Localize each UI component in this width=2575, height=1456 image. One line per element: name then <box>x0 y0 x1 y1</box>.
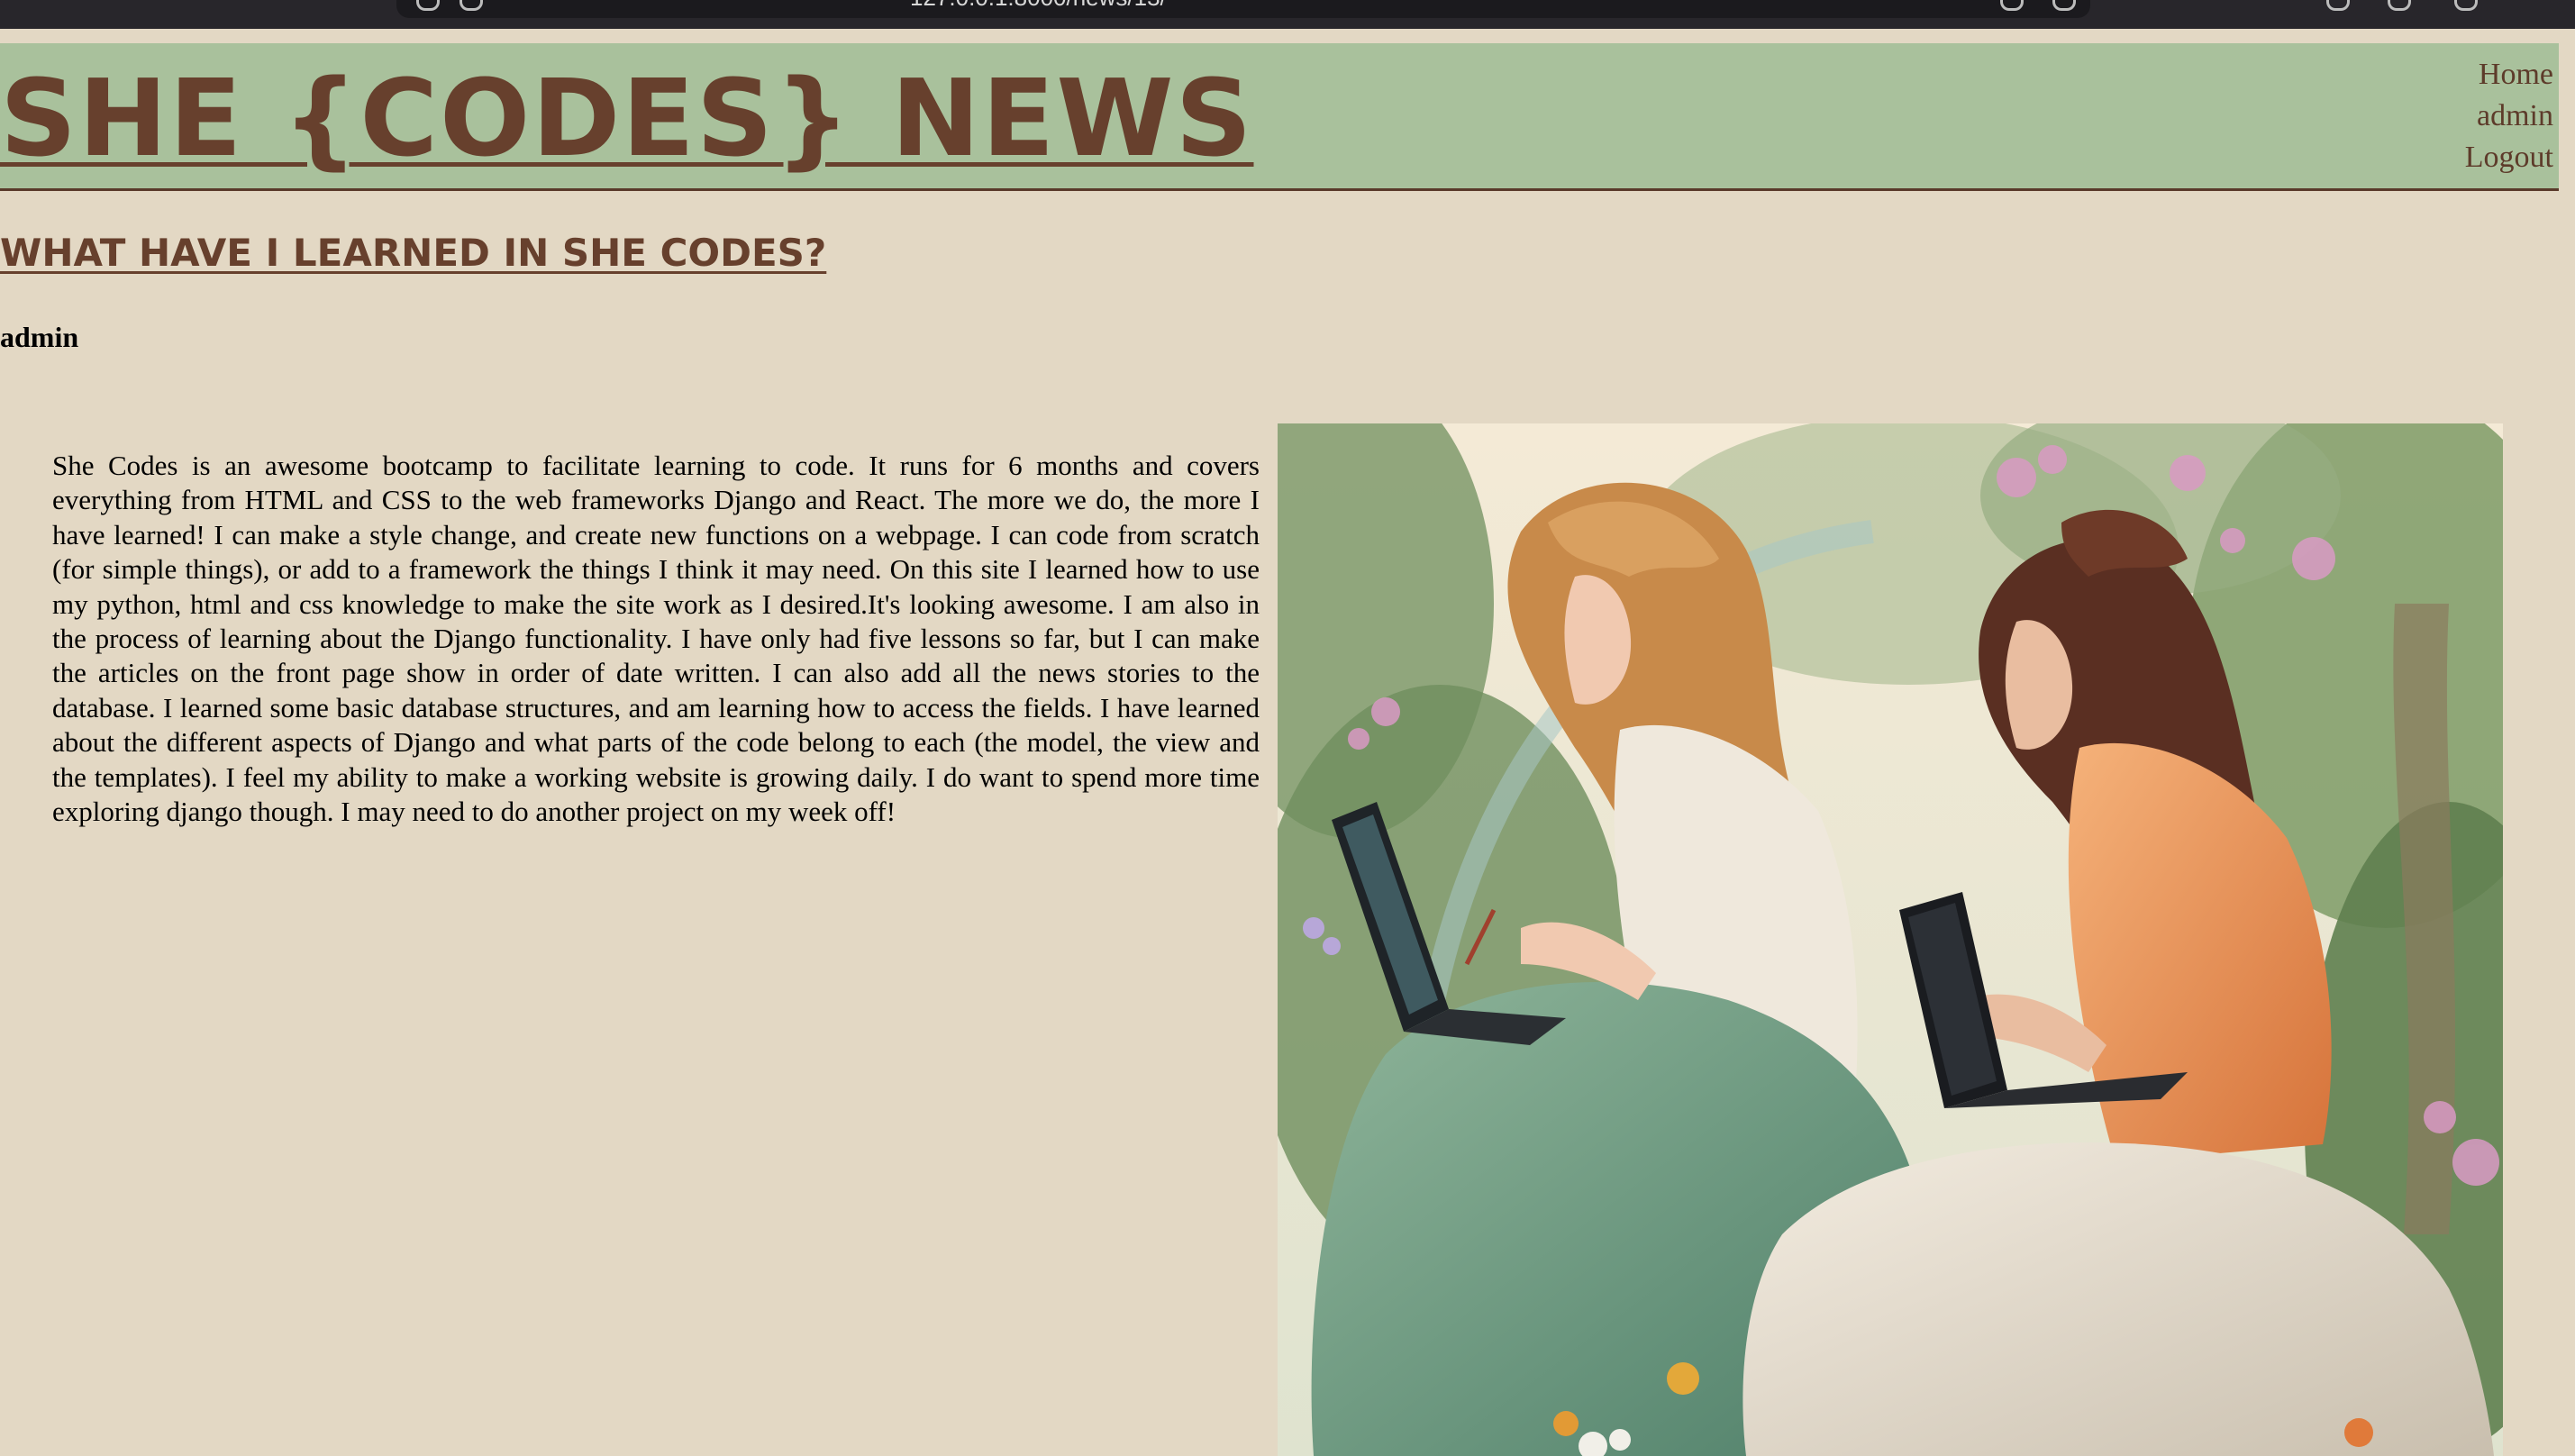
page-right-edge <box>2559 41 2575 1456</box>
article-body: She Codes is an awesome bootcamp to faci… <box>52 450 1260 828</box>
nav-logout-link[interactable]: Logout <box>2465 137 2553 178</box>
address-bar[interactable]: 127.0.0.1:8000/news/13/ <box>396 0 2090 18</box>
toolbar-separator <box>0 29 2575 41</box>
illustration-two-women-with-laptops-icon <box>1278 423 2503 1456</box>
browser-toolbar: 127.0.0.1:8000/news/13/ <box>0 0 2575 41</box>
address-bar-url: 127.0.0.1:8000/news/13/ <box>910 0 1167 12</box>
site-nav: Home admin Logout <box>2465 54 2553 178</box>
article-title: WHAT HAVE I LEARNED IN SHE CODES? <box>0 231 827 275</box>
account-icon[interactable] <box>2326 0 2350 11</box>
site-header: SHE {CODES} NEWS Home admin Logout <box>0 43 2559 191</box>
menu-icon[interactable] <box>2454 0 2478 11</box>
article-author: admin <box>0 321 79 353</box>
nav-home-link[interactable]: Home <box>2465 54 2553 96</box>
article-image <box>1278 423 2503 1456</box>
nav-admin-link[interactable]: admin <box>2465 96 2553 137</box>
site-title-link[interactable]: SHE {CODES} NEWS <box>0 50 1253 186</box>
extensions-icon[interactable] <box>2388 0 2411 11</box>
